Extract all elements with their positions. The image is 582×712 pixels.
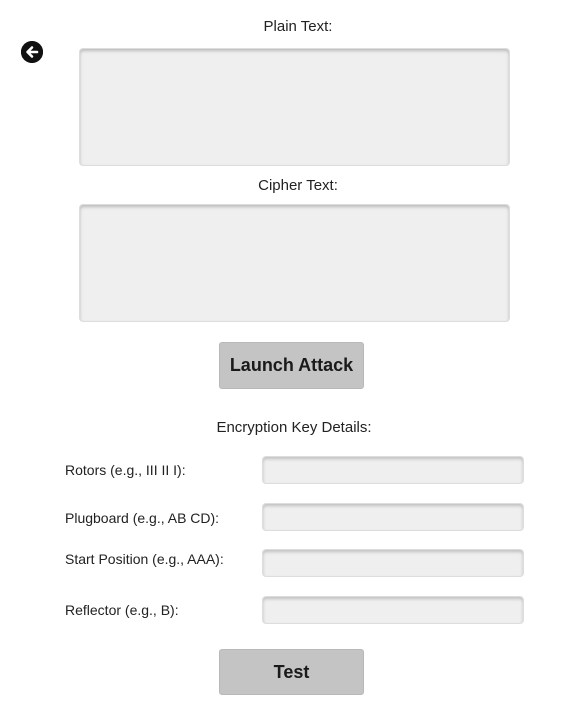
cipher-text-input[interactable] <box>79 204 510 322</box>
back-button[interactable] <box>21 41 43 63</box>
plugboard-input[interactable] <box>262 503 524 531</box>
launch-attack-button[interactable]: Launch Attack <box>219 342 364 389</box>
start-position-label: Start Position (e.g., AAA): <box>65 551 224 567</box>
cipher-text-label: Cipher Text: <box>258 177 338 194</box>
reflector-input[interactable] <box>262 596 524 624</box>
key-details-heading: Encryption Key Details: <box>216 419 372 436</box>
plain-text-input[interactable] <box>79 48 510 166</box>
rotors-label: Rotors (e.g., III II I): <box>65 462 186 478</box>
start-position-input[interactable] <box>262 549 524 577</box>
arrow-left-circle-icon <box>21 41 43 63</box>
rotors-input[interactable] <box>262 456 524 484</box>
plugboard-label: Plugboard (e.g., AB CD): <box>65 510 220 526</box>
plain-text-label: Plain Text: <box>263 18 333 35</box>
test-button[interactable]: Test <box>219 649 364 695</box>
reflector-label: Reflector (e.g., B): <box>65 602 179 618</box>
